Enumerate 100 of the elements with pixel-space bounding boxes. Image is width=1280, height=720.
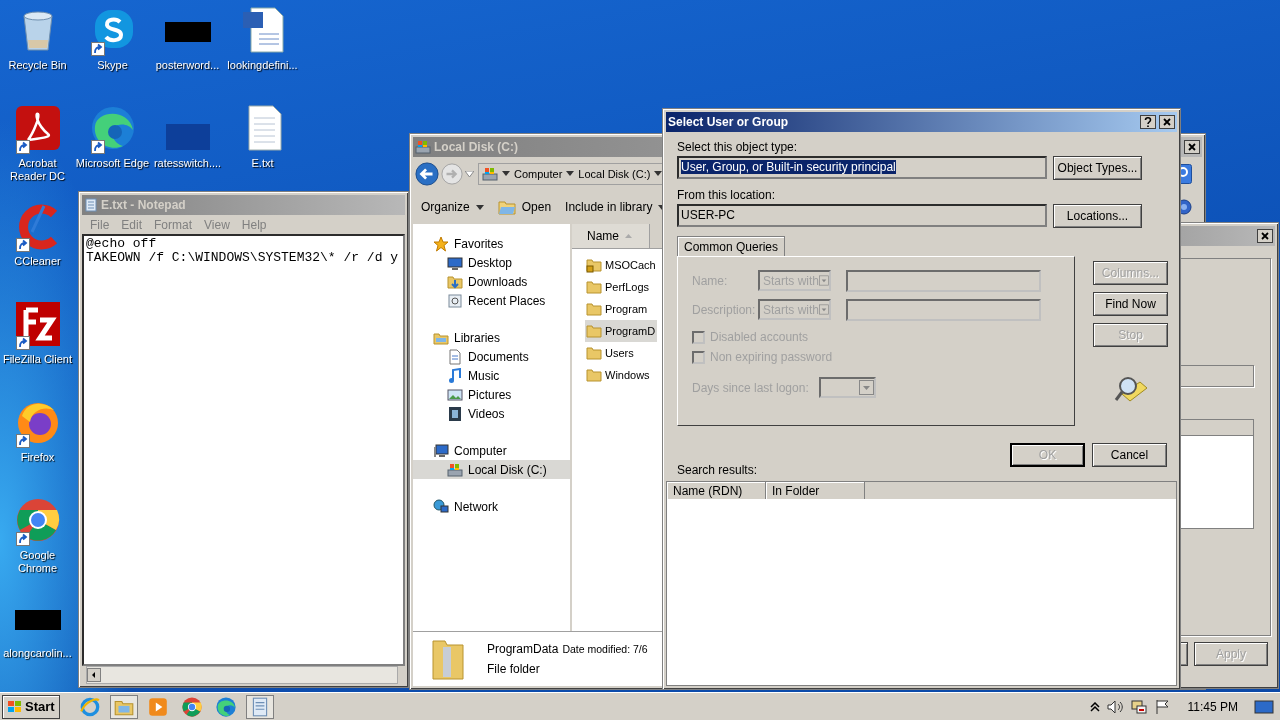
star-icon xyxy=(433,235,449,252)
folder-icon xyxy=(586,323,602,339)
field-label: From this location: xyxy=(677,188,777,202)
notepad-icon xyxy=(84,198,98,212)
nav-item[interactable]: Libraries xyxy=(413,328,570,347)
folder-icon xyxy=(586,301,602,317)
toolbar-button[interactable]: Open xyxy=(497,199,552,215)
text-line: TAKEOWN /f C:\WINDOWS\SYSTEM32\* /r /d y xyxy=(86,251,400,265)
toolbar-button[interactable]: Organize xyxy=(421,200,484,214)
close-icon[interactable] xyxy=(1184,140,1200,154)
window-title: Select User or Group xyxy=(668,115,789,129)
close-icon[interactable] xyxy=(1257,229,1273,243)
folder-list-item[interactable]: Users xyxy=(585,342,657,364)
nav-item[interactable]: Local Disk (C:) xyxy=(413,460,570,479)
desktop-icon-label[interactable]: E.txt xyxy=(225,157,300,170)
horizontal-scrollbar[interactable] xyxy=(86,666,398,684)
drive-icon xyxy=(447,461,463,478)
desktop-icon-label[interactable]: CCleaner xyxy=(0,255,75,268)
drive-icon xyxy=(415,139,431,155)
location-field[interactable]: USER-PC xyxy=(677,204,1047,227)
nav-item[interactable]: Downloads xyxy=(413,272,570,291)
field-label: Select this object type: xyxy=(677,140,799,154)
nav-item[interactable]: Music xyxy=(413,366,570,385)
desktop-icon-label[interactable]: Recycle Bin xyxy=(0,59,75,72)
breadcrumb[interactable]: Local Disk (C:) xyxy=(578,167,651,180)
filezilla-icon[interactable] xyxy=(13,300,62,348)
nav-item[interactable]: Network xyxy=(413,497,570,516)
nav-item[interactable]: Pictures xyxy=(413,385,570,404)
column-header[interactable]: Name (RDN) xyxy=(667,482,766,499)
network-icon xyxy=(433,498,449,515)
folder-list-item[interactable]: PerfLogs xyxy=(585,276,657,298)
folder-icon xyxy=(586,367,602,383)
start-button[interactable]: Start xyxy=(2,694,60,719)
close-icon[interactable] xyxy=(1159,115,1175,129)
date-modified: Date modified: 7/6 xyxy=(562,643,648,655)
breadcrumb-arrow-icon xyxy=(654,171,663,176)
chevron-up-icon[interactable] xyxy=(1089,701,1100,712)
network-icon[interactable] xyxy=(1129,698,1148,715)
folder-list-item[interactable]: Windows xyxy=(585,364,657,386)
pdf-reader-icon[interactable] xyxy=(13,104,62,152)
desktop-icon-label[interactable]: Acrobat Reader DC xyxy=(0,157,75,183)
folder-icon xyxy=(586,279,602,295)
nav-item[interactable]: Computer xyxy=(413,441,570,460)
desktop-icon-label[interactable]: ratesswitch.... xyxy=(150,157,225,170)
downloads-icon xyxy=(447,273,463,290)
breadcrumb[interactable]: Computer xyxy=(514,167,563,180)
recent-icon xyxy=(447,292,463,309)
locked-folder-icon xyxy=(586,257,602,273)
folder-list-item[interactable]: ProgramD xyxy=(585,320,657,342)
dropdown[interactable] xyxy=(818,377,876,398)
help-icon[interactable] xyxy=(1140,115,1156,129)
clock[interactable]: 11:45 PM xyxy=(1187,699,1238,714)
folder-icon xyxy=(586,345,602,361)
open-folder-icon xyxy=(497,199,516,215)
text-editor[interactable]: @echo off TAKEOWN /f C:\WINDOWS\SYSTEM32\* /r /d y xyxy=(82,234,405,666)
history-dropdown-icon[interactable] xyxy=(465,170,474,177)
desktop-icon-label[interactable]: posterword... xyxy=(150,59,225,72)
nav-item[interactable]: Desktop xyxy=(413,253,570,272)
desktop-icon-label[interactable]: alongcarolin... xyxy=(0,647,75,660)
search-results-label: Search results: xyxy=(677,463,758,477)
window-title: Local Disk (C:) xyxy=(434,140,518,154)
tab[interactable]: Common Queries xyxy=(677,236,786,256)
search-magnifier-icon xyxy=(1113,374,1148,404)
object-type-field[interactable]: User, Group, or Built-in security principal xyxy=(677,156,1047,179)
folder-preview-icon xyxy=(431,637,465,681)
window-title: E.txt - Notepad xyxy=(101,198,186,212)
computer-icon xyxy=(433,442,449,459)
desktop-icon xyxy=(447,254,463,271)
nav-item[interactable]: Recent Places xyxy=(413,291,570,310)
desktop-icon-label[interactable]: Skype xyxy=(75,59,150,72)
speaker-icon[interactable] xyxy=(1105,698,1124,715)
caret-icon xyxy=(475,204,484,210)
text-line: @echo off xyxy=(86,237,158,251)
item-type: File folder xyxy=(487,662,541,676)
desktop-icon-label[interactable]: Firefox xyxy=(0,451,75,464)
column-header[interactable]: In Folder xyxy=(766,482,865,499)
folder-icon[interactable] xyxy=(109,694,138,719)
breadcrumb-arrow-icon xyxy=(566,171,575,176)
folder-list-item[interactable]: MSOCach xyxy=(585,254,657,276)
videos-icon xyxy=(447,405,463,422)
windows-flag-icon xyxy=(7,699,23,714)
results-list[interactable]: Name (RDN) In Folder xyxy=(666,481,1177,686)
locations-button[interactable]: Locations... xyxy=(1053,204,1142,228)
object-types-button[interactable]: Object Types... xyxy=(1053,156,1142,180)
nav-item[interactable]: Documents xyxy=(413,347,570,366)
button[interactable]: Find Now xyxy=(1093,292,1168,316)
folder-list-item[interactable]: Program xyxy=(585,298,657,320)
nav-item[interactable]: Favorites xyxy=(413,234,570,253)
cancel-button[interactable]: Cancel xyxy=(1092,443,1167,467)
pictures-icon xyxy=(447,386,463,403)
column-header[interactable]: Name xyxy=(572,224,650,248)
desktop-icon-label[interactable]: lookingdefini... xyxy=(225,59,300,72)
breadcrumb-arrow-icon xyxy=(502,171,510,176)
scroll-left-icon xyxy=(87,668,101,682)
desktop-icon-label[interactable]: Microsoft Edge xyxy=(75,157,150,170)
show-desktop-icon[interactable] xyxy=(1254,698,1274,715)
desktop-icon-label[interactable]: FileZilla Client xyxy=(0,353,75,366)
nav-item[interactable]: Videos xyxy=(413,404,570,423)
back-icon[interactable] xyxy=(415,161,439,186)
notepad-icon[interactable] xyxy=(245,694,274,719)
